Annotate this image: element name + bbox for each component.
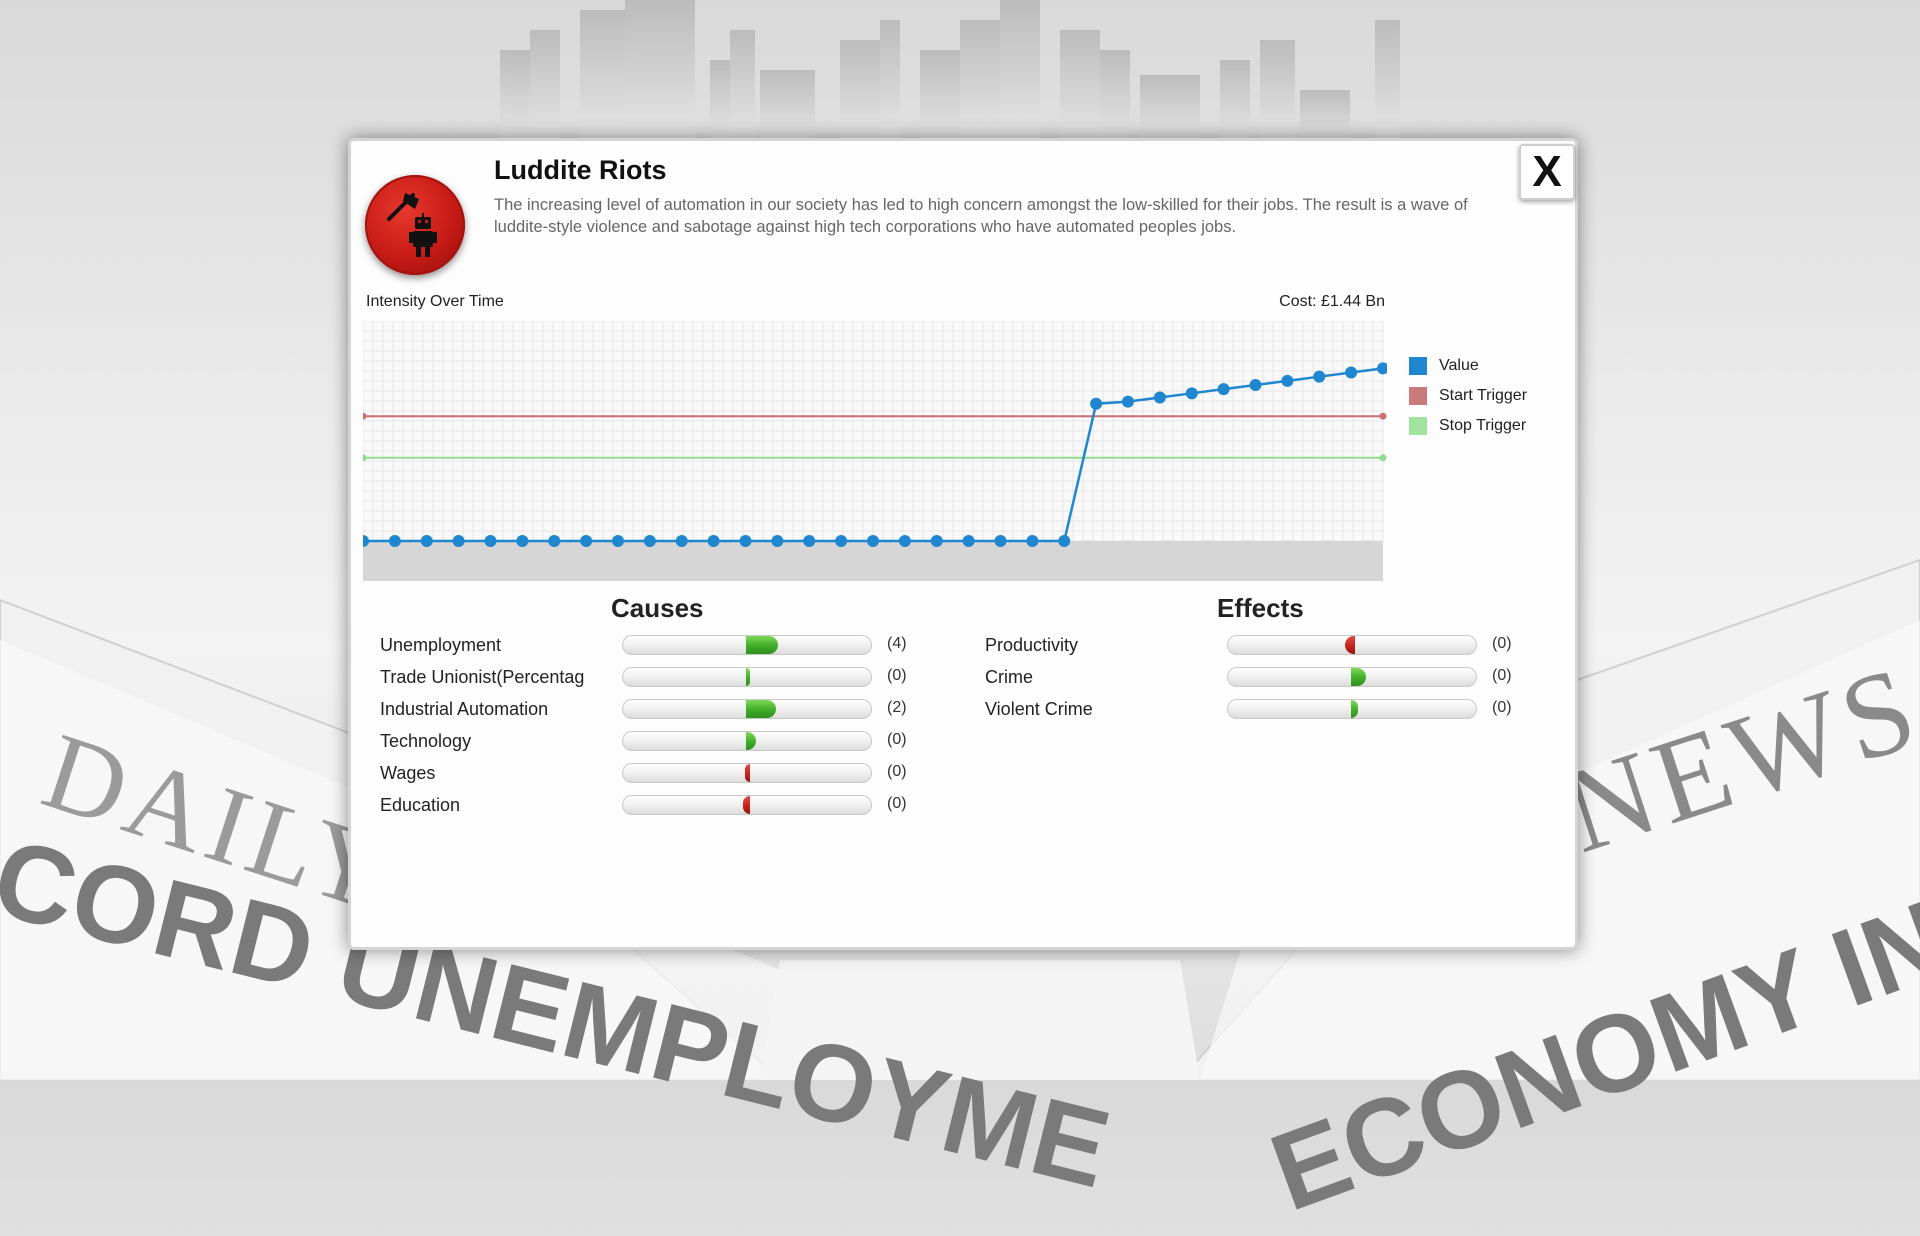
series-point-value (548, 535, 561, 547)
cause-label: Industrial Automation (380, 699, 549, 719)
cause-influence-bar (622, 731, 872, 751)
series-point-value (675, 535, 688, 547)
cause-row: Industrial Automation (2) (380, 695, 940, 727)
cost-label: Cost: £1.44 Bn (1279, 293, 1385, 310)
axe-robot-icon (387, 193, 437, 257)
legend-item-start-trigger: Start Trigger (1409, 381, 1527, 411)
series-point-value (739, 535, 752, 547)
event-description: The increasing level of automation in ou… (494, 196, 1468, 236)
series-point-value (1185, 387, 1198, 400)
legend-label: Stop Trigger (1439, 417, 1527, 434)
effect-influence-fill (1351, 668, 1366, 686)
cause-influence-bar (622, 667, 872, 687)
effect-label: Violent Crime (985, 699, 1093, 719)
legend-label: Value (1439, 357, 1479, 374)
cause-value: (0) (887, 667, 907, 684)
effect-value: (0) (1492, 635, 1512, 652)
series-point-value (1281, 374, 1294, 387)
cause-row: Education (0) (380, 791, 940, 823)
cause-label: Education (380, 795, 461, 815)
cause-influence-fill (746, 668, 750, 686)
intensity-chart (363, 321, 1387, 581)
series-point-value (707, 535, 720, 547)
chart-legend: Value Start Trigger Stop Trigger (1409, 351, 1527, 441)
effect-row: Violent Crime (0) (985, 695, 1545, 727)
effect-row: Crime (0) (985, 663, 1545, 695)
series-point-value (580, 535, 593, 547)
effect-influence-bar (1227, 699, 1477, 719)
series-point-value (1217, 383, 1230, 396)
cause-influence-fill (746, 732, 756, 750)
cause-row: Unemployment (4) (380, 631, 940, 663)
cause-row: Technology (0) (380, 727, 940, 759)
cause-influence-bar (622, 795, 872, 815)
series-point-value (930, 535, 943, 547)
cause-label: Unemployment (380, 635, 502, 655)
cause-influence-bar (622, 635, 872, 655)
series-point-value (803, 535, 816, 547)
cause-value: (2) (887, 699, 907, 716)
series-point-value (1249, 379, 1262, 391)
effect-influence-bar (1227, 635, 1477, 655)
series-point-value (388, 535, 401, 547)
effect-value: (0) (1492, 667, 1512, 684)
cause-value: (4) (887, 635, 907, 652)
event-dialog: Luddite Riots The increasing level of au… (348, 138, 1578, 950)
effects-heading: Effects (1217, 593, 1304, 623)
legend-item-stop-trigger: Stop Trigger (1409, 411, 1527, 441)
series-point-value (835, 535, 848, 547)
effect-influence-fill (1351, 700, 1359, 718)
series-point-value (962, 535, 975, 547)
cause-row: Wages (0) (380, 759, 940, 791)
cause-influence-bar (622, 763, 872, 783)
cause-influence-fill (745, 764, 750, 782)
series-point-value (898, 535, 911, 547)
series-point-value (1026, 535, 1039, 547)
legend-label: Start Trigger (1439, 387, 1528, 404)
effect-label: Productivity (985, 635, 1079, 655)
series-point-value (1090, 397, 1103, 410)
cause-row: Trade Unionist(Percentag (0) (380, 663, 940, 695)
legend-item-value: Value (1409, 351, 1527, 381)
series-point-value (994, 535, 1007, 547)
cause-label: Technology (380, 731, 472, 751)
effect-influence-bar (1227, 667, 1477, 687)
cause-label: Trade Unionist(Percentag (380, 667, 585, 687)
effect-value: (0) (1492, 699, 1512, 716)
series-point-value (1122, 395, 1134, 408)
effect-label: Crime (985, 667, 1033, 687)
event-title: Luddite Riots (494, 155, 667, 185)
cause-influence-fill (746, 636, 779, 654)
series-point-value (420, 535, 433, 547)
cause-label: Wages (380, 763, 436, 783)
cause-influence-bar (622, 699, 872, 719)
series-point-stop-trigger (1379, 454, 1387, 462)
series-point-value (484, 535, 497, 547)
series-point-value (1153, 391, 1166, 404)
close-button[interactable]: X (1519, 144, 1575, 200)
series-point-value (643, 535, 656, 547)
effect-influence-fill (1345, 636, 1355, 654)
series-point-value (1313, 370, 1326, 383)
event-icon-badge (365, 175, 465, 275)
causes-heading: Causes (611, 593, 704, 623)
chart-title: Intensity Over Time (366, 293, 504, 310)
effect-row: Productivity (0) (985, 631, 1545, 663)
cause-value: (0) (887, 795, 907, 812)
cause-value: (0) (887, 731, 907, 748)
series-point-value (516, 535, 529, 547)
legend-swatch (1409, 387, 1427, 405)
series-point-value (1058, 535, 1071, 547)
series-point-start-trigger (1379, 412, 1387, 420)
series-point-value (771, 535, 784, 547)
series-point-value (452, 535, 465, 547)
cause-value: (0) (887, 763, 907, 780)
series-point-value (867, 535, 879, 547)
legend-swatch (1409, 417, 1427, 435)
cause-influence-fill (742, 796, 750, 814)
cause-influence-fill (746, 700, 776, 718)
series-point-value (1345, 366, 1358, 379)
legend-swatch (1409, 357, 1427, 375)
series-point-value (612, 535, 624, 547)
